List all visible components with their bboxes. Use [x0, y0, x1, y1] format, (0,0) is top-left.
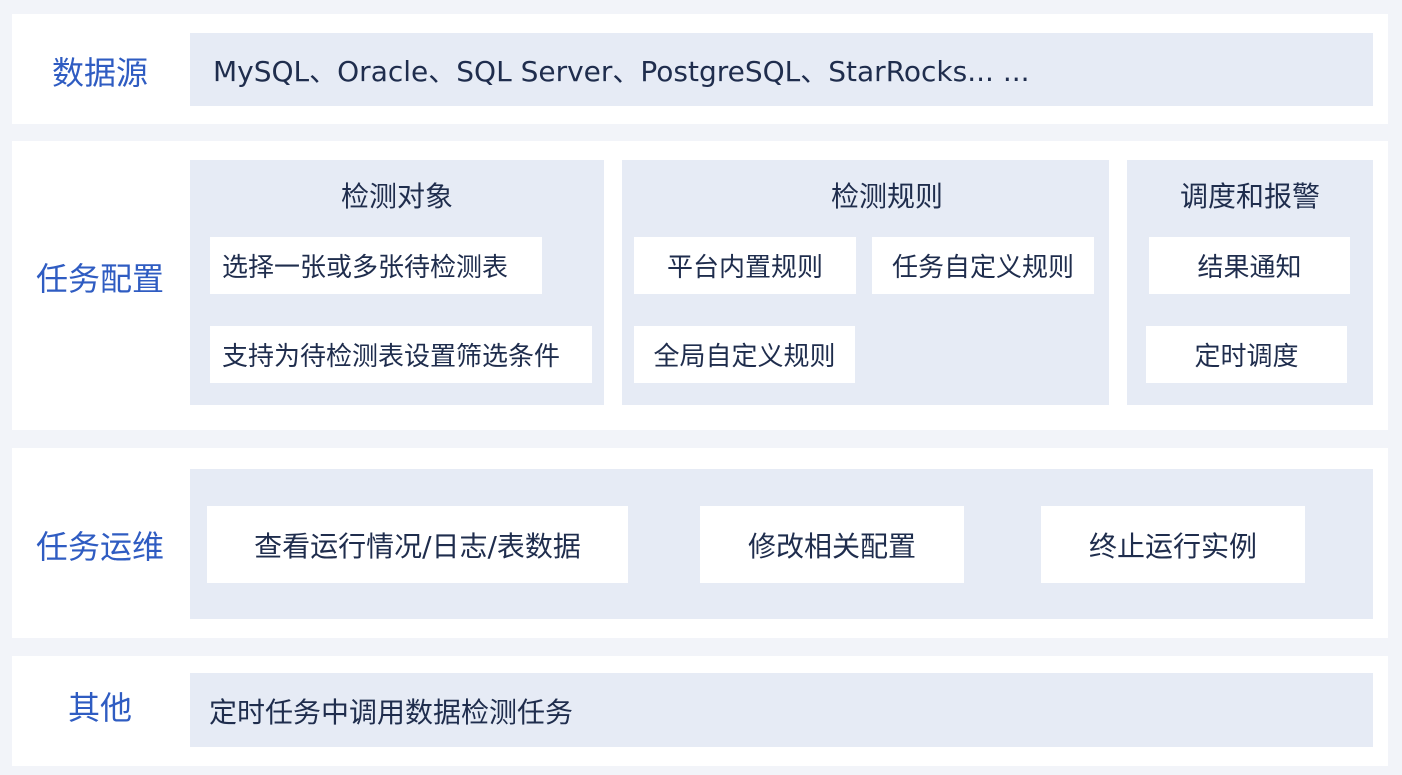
others-text: 定时任务中调用数据检测任务: [209, 696, 574, 729]
schedule-alert-item-notify: 结果通知: [1149, 237, 1350, 294]
task-ops-item-view-status: 查看运行情况/日志/表数据: [207, 506, 628, 583]
detect-rule-item-builtin: 平台内置规则: [634, 237, 856, 294]
task-config-label: 任务配置: [35, 260, 164, 298]
datasource-label: 数据源: [51, 54, 148, 92]
schedule-alert-title: 调度和报警: [1179, 180, 1320, 213]
detect-object-item-filter-conditions: 支持为待检测表设置筛选条件: [210, 326, 592, 383]
datasource-text: MySQL、Oracle、SQL Server、PostgreSQL、StarR…: [213, 55, 1030, 88]
task-ops-label: 任务运维: [35, 528, 164, 566]
schedule-alert-item-timed: 定时调度: [1146, 326, 1347, 383]
detect-rule-title: 检测规则: [830, 180, 943, 213]
detect-rule-item-global-custom: 全局自定义规则: [634, 326, 855, 383]
others-label: 其他: [67, 689, 132, 727]
task-ops-item-modify-config: 修改相关配置: [700, 506, 964, 583]
task-ops-item-terminate-instance: 终止运行实例: [1041, 506, 1305, 583]
detect-object-title: 检测对象: [340, 180, 453, 213]
detect-object-item-select-tables: 选择一张或多张待检测表: [210, 237, 542, 294]
detect-rule-item-task-custom: 任务自定义规则: [872, 237, 1094, 294]
